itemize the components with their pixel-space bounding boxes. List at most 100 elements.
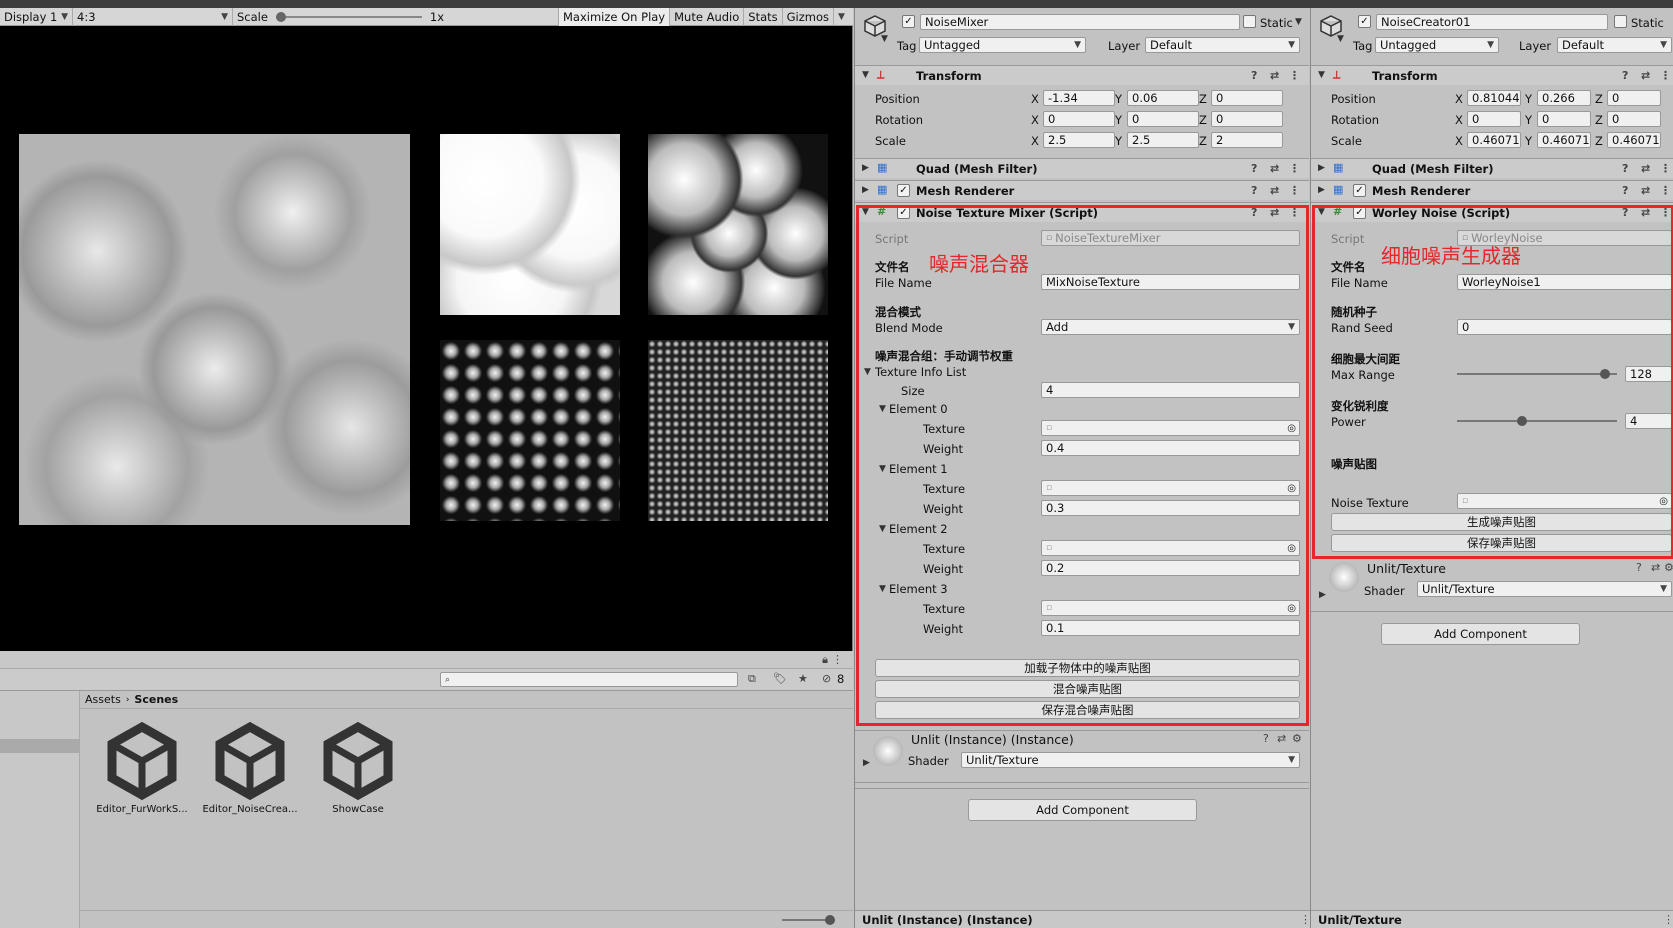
help-icon[interactable]: ? [1251,162,1257,175]
preset-icon[interactable]: ⇄ [1277,732,1286,745]
scene-asset[interactable]: Editor_NoiseCrea... [200,721,300,815]
position-z-input[interactable]: 0 [1211,90,1283,106]
help-icon[interactable]: ? [1636,561,1642,574]
preset-icon[interactable]: ⇄ [1651,561,1660,574]
kebab-menu-icon[interactable]: ⋮ [1289,69,1300,82]
help-icon[interactable]: ? [1251,184,1257,197]
gizmos-dropdown[interactable]: ▼ [833,7,847,26]
mesh-renderer-enabled-checkbox[interactable]: ✓ [1353,184,1366,197]
scale-x-input[interactable]: 0.460711 [1467,132,1521,148]
preset-icon[interactable]: ⇄ [1641,69,1650,82]
kebab-menu-icon[interactable]: ⋮ [1289,162,1300,175]
kebab-menu-icon[interactable]: ⋮ [1289,184,1300,197]
position-z-input[interactable]: 0 [1607,90,1661,106]
axis-label[interactable]: X [1455,92,1463,106]
add-component-button[interactable]: Add Component [1381,623,1580,645]
position-x-input[interactable]: -1.34 [1043,90,1115,106]
rotation-z-input[interactable]: 0 [1211,111,1283,127]
rotation-z-input[interactable]: 0 [1607,111,1661,127]
filter-type-icon[interactable]: ⧉ [748,672,756,686]
axis-label[interactable]: Z [1199,92,1207,106]
favorite-star-icon[interactable]: ★ [798,672,808,685]
static-checkbox[interactable] [1243,15,1256,28]
mute-audio-button[interactable]: Mute Audio [669,7,743,26]
mesh-renderer-enabled-checkbox[interactable]: ✓ [897,184,910,197]
transform-header[interactable]: ▼ ⟂ Transform ? ⇄ ⋮ [1311,65,1673,85]
static-checkbox[interactable] [1614,15,1627,28]
axis-label[interactable]: Y [1525,134,1532,148]
scale-control[interactable]: Scale 1x [232,7,558,26]
axis-label[interactable]: X [1031,92,1039,106]
gameobject-name-field[interactable]: NoiseMixer [920,14,1240,30]
axis-label[interactable]: Y [1525,92,1532,106]
shader-dropdown[interactable]: Unlit/Texture ▼ [961,752,1300,768]
scale-x-input[interactable]: 2.5 [1043,132,1115,148]
position-y-input[interactable]: 0.06 [1127,90,1199,106]
filter-label-icon[interactable]: 🏷︎ [773,672,787,685]
lock-icon[interactable]: 🔒︎ [822,653,828,667]
add-component-button[interactable]: Add Component [968,799,1197,821]
chevron-down-icon[interactable]: ▼ [1295,17,1302,27]
kebab-menu-icon[interactable]: ⋮ [1663,913,1673,926]
help-icon[interactable]: ? [1622,69,1628,82]
scene-asset[interactable]: Editor_FurWorkS... [92,721,192,815]
kebab-menu-icon[interactable]: ⋮ [1660,69,1671,82]
axis-label[interactable]: Y [1115,113,1122,127]
icon-size-slider-knob[interactable] [825,915,835,925]
chevron-down-icon[interactable]: ▼ [1337,34,1344,44]
stats-button[interactable]: Stats [743,7,781,26]
kebab-menu-icon[interactable]: ⋮ [1660,162,1671,175]
kebab-menu-icon[interactable]: ⋮ [1660,184,1671,197]
axis-label[interactable]: X [1031,134,1039,148]
axis-label[interactable]: Z [1595,92,1603,106]
help-icon[interactable]: ? [1622,162,1628,175]
rotation-x-input[interactable]: 0 [1043,111,1115,127]
axis-label[interactable]: Z [1595,113,1603,127]
help-icon[interactable]: ? [1251,69,1257,82]
axis-label[interactable]: X [1031,113,1039,127]
axis-label[interactable]: Y [1115,92,1122,106]
preset-icon[interactable]: ⇄ [1641,162,1650,175]
axis-label[interactable]: Y [1115,134,1122,148]
mesh-filter-header[interactable]: ▶ ▦ Quad (Mesh Filter) ? ⇄ ⋮ [855,158,1309,178]
scale-z-input[interactable]: 2 [1211,132,1283,148]
help-icon[interactable]: ? [1263,732,1269,745]
gear-icon[interactable]: ⚙︎ [1664,561,1673,574]
layer-dropdown[interactable]: Default ▼ [1557,37,1672,53]
aspect-dropdown[interactable]: 4:3 ▼ [72,7,232,26]
tag-dropdown[interactable]: Untagged ▼ [919,37,1086,53]
gizmos-button[interactable]: Gizmos [781,7,833,26]
rotation-x-input[interactable]: 0 [1467,111,1521,127]
scale-slider[interactable] [275,11,422,22]
scale-z-input[interactable]: 0.460711 [1607,132,1661,148]
rotation-y-input[interactable]: 0 [1537,111,1591,127]
scene-asset[interactable]: ShowCase [308,721,408,815]
chevron-right-icon[interactable]: ▶ [1319,590,1326,600]
scale-y-input[interactable]: 2.5 [1127,132,1199,148]
mesh-renderer-header[interactable]: ▶ ▦ ✓ Mesh Renderer ? ⇄ ⋮ [1311,180,1673,200]
mesh-filter-header[interactable]: ▶ ▦ Quad (Mesh Filter) ? ⇄ ⋮ [1311,158,1673,178]
rotation-y-input[interactable]: 0 [1127,111,1199,127]
active-checkbox[interactable]: ✓ [1358,15,1371,28]
layer-dropdown[interactable]: Default ▼ [1145,37,1300,53]
preset-icon[interactable]: ⇄ [1270,162,1279,175]
maximize-on-play-button[interactable]: Maximize On Play [558,7,670,26]
axis-label[interactable]: Y [1525,113,1532,127]
position-x-input[interactable]: 0.81044 [1467,90,1521,106]
preset-icon[interactable]: ⇄ [1641,184,1650,197]
axis-label[interactable]: Z [1199,113,1207,127]
display-dropdown[interactable]: Display 1 ▼ [0,8,72,26]
axis-label[interactable]: X [1455,134,1463,148]
folder-tree-selected[interactable] [0,739,80,753]
shader-dropdown[interactable]: Unlit/Texture ▼ [1417,581,1672,597]
tag-dropdown[interactable]: Untagged ▼ [1375,37,1499,53]
scale-slider-knob[interactable] [275,11,286,22]
hidden-packages-icon[interactable]: ⊘ [822,672,831,685]
axis-label[interactable]: X [1455,113,1463,127]
axis-label[interactable]: Z [1595,134,1603,148]
help-icon[interactable]: ? [1622,184,1628,197]
chevron-right-icon[interactable]: ▶ [863,758,870,768]
kebab-menu-icon[interactable]: ⋮ [832,653,843,666]
mesh-renderer-header[interactable]: ▶ ▦ ✓ Mesh Renderer ? ⇄ ⋮ [855,180,1309,200]
preset-icon[interactable]: ⇄ [1270,184,1279,197]
